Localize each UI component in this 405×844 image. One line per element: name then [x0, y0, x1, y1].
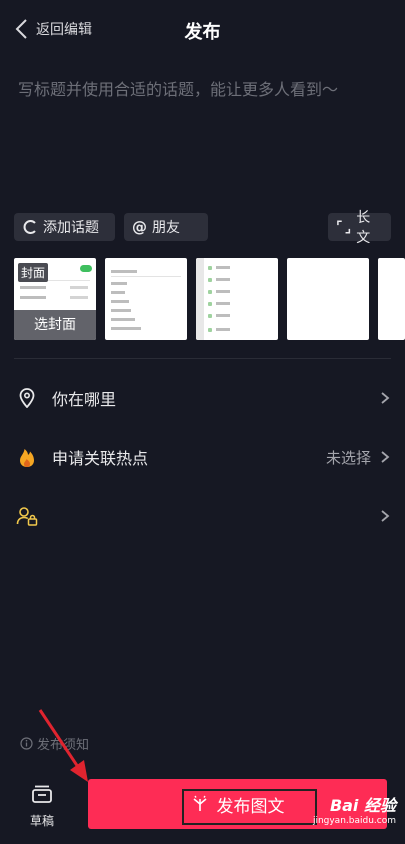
visibility-row[interactable] — [14, 496, 391, 536]
publish-notice-link[interactable]: 发布须知 — [20, 734, 89, 753]
baidu-watermark: Bai 经验 jingyan.baidu.com — [313, 792, 402, 832]
thumb-line — [20, 286, 46, 289]
chevron-right-icon — [381, 392, 390, 404]
annotation-arrow — [38, 709, 88, 782]
header-bar: 返回编辑 发布 — [0, 0, 405, 62]
draft-button[interactable]: 草稿 — [14, 780, 70, 830]
section-divider — [14, 358, 391, 359]
user-lock-icon — [14, 503, 40, 529]
cover-thumbnail[interactable]: 封面 选封面 — [14, 258, 96, 340]
chevron-right-icon — [381, 510, 390, 522]
info-icon — [20, 737, 33, 750]
image-thumbnail[interactable] — [287, 258, 369, 340]
sparkle-icon — [192, 795, 207, 811]
thumb-line — [216, 328, 230, 331]
thumb-line — [216, 314, 230, 317]
cover-tag: 封面 — [18, 263, 49, 282]
thumb-line — [216, 302, 230, 305]
thumb-line — [111, 291, 125, 294]
image-thumbnail[interactable] — [105, 258, 187, 340]
thumb-icon — [208, 302, 212, 306]
thumb-line — [216, 278, 230, 281]
at-icon: @ — [132, 218, 147, 236]
thumb-line — [20, 296, 46, 299]
long-text-button[interactable]: 长文 — [328, 210, 391, 246]
page-title: 发布 — [184, 22, 221, 43]
add-topic-label: 添加话题 — [43, 220, 99, 236]
publish-label: 发布图文 — [216, 796, 285, 817]
thumb-line — [216, 290, 230, 293]
thumb-sidebar — [196, 258, 204, 340]
thumb-line — [70, 296, 88, 299]
thumb-line — [111, 309, 131, 312]
add-topic-button[interactable]: 添加话题 — [14, 213, 115, 241]
draft-box-icon — [32, 785, 52, 803]
thumb-line — [111, 327, 141, 330]
long-text-label: 长文 — [356, 210, 371, 246]
hotspot-row[interactable]: 申请关联热点 未选择 — [14, 437, 391, 477]
mention-friend-button[interactable]: @ 朋友 — [124, 213, 208, 241]
watermark-url: jingyan.baidu.com — [312, 816, 396, 826]
hotspot-label: 申请关联热点 — [52, 449, 149, 468]
thumb-line — [216, 266, 230, 269]
hotspot-value: 未选择 — [325, 448, 371, 467]
thumb-icon — [208, 266, 212, 270]
chevron-right-icon — [381, 451, 390, 463]
mention-friend-label: 朋友 — [152, 220, 180, 236]
location-row[interactable]: 你在哪里 — [14, 378, 391, 418]
location-pin-icon — [14, 385, 40, 411]
image-thumbnail[interactable] — [378, 258, 405, 340]
caption-input[interactable]: 写标题并使用合适的话题，能让更多人看到～ — [18, 78, 388, 102]
location-label: 你在哪里 — [52, 390, 117, 409]
thumb-icon — [208, 328, 212, 332]
select-cover-button[interactable]: 选封面 — [14, 310, 96, 340]
fire-icon — [14, 444, 40, 470]
chip-row: 添加话题 @ 朋友 长文 — [14, 210, 391, 246]
thumb-line — [111, 300, 129, 303]
thumb-divider — [111, 276, 181, 277]
watermark-brand: Bai 经验 — [329, 796, 396, 815]
draft-label: 草稿 — [29, 814, 54, 828]
toggle-icon — [80, 265, 92, 272]
thumb-icon — [208, 278, 212, 282]
topic-icon — [23, 220, 36, 234]
thumb-line — [70, 286, 88, 289]
thumb-icon — [208, 290, 212, 294]
expand-icon — [337, 220, 351, 234]
thumb-icon — [208, 314, 212, 318]
thumb-line — [111, 282, 127, 285]
image-thumbnail[interactable] — [196, 258, 278, 340]
image-strip: 封面 选封面 — [14, 258, 405, 340]
thumb-line — [111, 270, 137, 273]
thumb-line — [111, 318, 135, 321]
publish-notice-label: 发布须知 — [37, 738, 90, 753]
